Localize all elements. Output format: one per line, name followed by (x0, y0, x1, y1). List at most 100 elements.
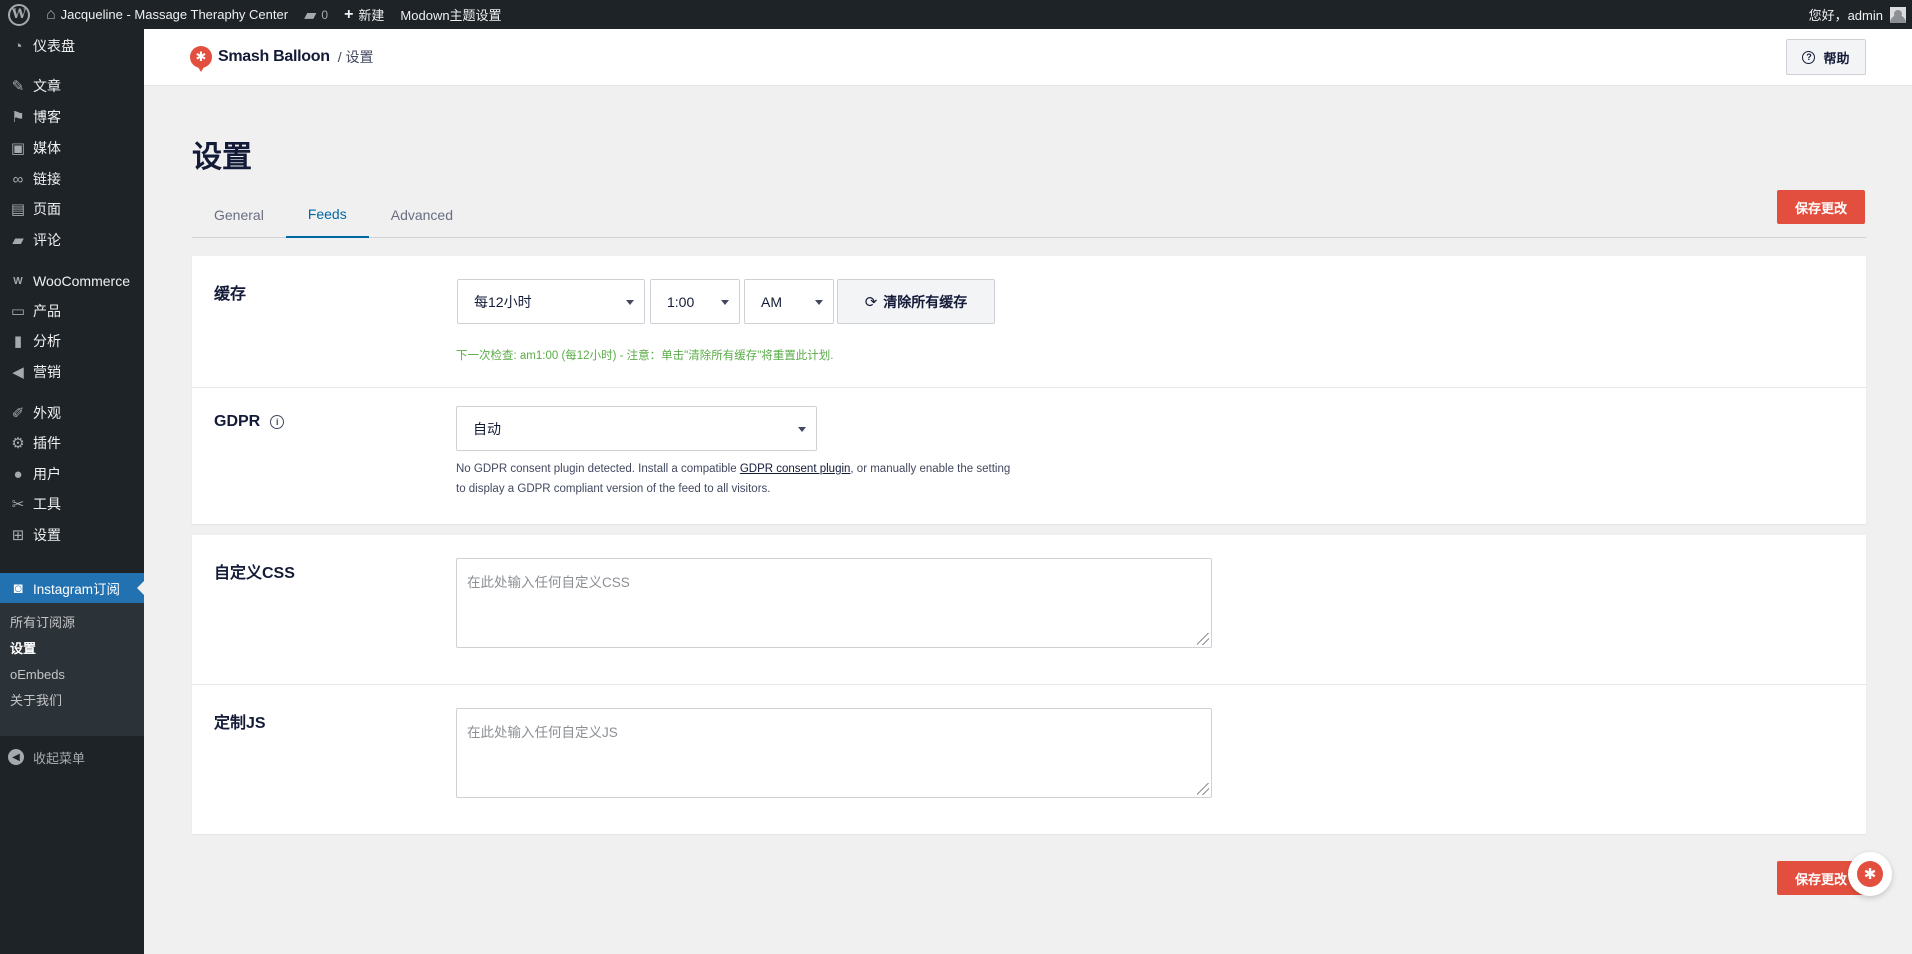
user-icon: ● (13, 465, 23, 483)
cache-interval-value: 每12小时 (474, 293, 532, 310)
help-button[interactable]: ? 帮助 (1786, 39, 1866, 75)
settings-icon: ⊞ (11, 527, 25, 544)
flag-icon: ⚑ (11, 109, 25, 126)
new-label: 新建 (358, 8, 385, 23)
woo-icon: W (13, 275, 23, 287)
sidebar-item-appearance[interactable]: ✐ 外观 (0, 398, 144, 428)
smash-balloon-floating-button[interactable]: ✱ (1848, 852, 1892, 896)
collapse-menu-button[interactable]: ◀ 收起菜单 (0, 742, 85, 772)
chevron-down-icon (626, 300, 634, 305)
sidebar-item-woocommerce[interactable]: W WooCommerce (0, 266, 144, 296)
account-menu[interactable]: 您好，admin (1801, 0, 1912, 29)
new-content-menu[interactable]: + 新建 (336, 0, 392, 29)
greeting: 您好，admin (1808, 8, 1883, 23)
cache-ampm-select[interactable]: AM (744, 279, 834, 324)
sidebar-item-label: 分析 (33, 333, 61, 349)
brush-icon: ✐ (11, 405, 25, 422)
tab-advanced[interactable]: Advanced (369, 192, 475, 238)
sidebar-item-instagram-feeds[interactable]: ◙ Instagram订阅 (0, 573, 144, 603)
smash-balloon-logo: ✱ Smash Balloon / 设置 (190, 46, 374, 72)
sidebar-item-analytics[interactable]: ▮ 分析 (0, 326, 144, 356)
sidebar-item-pages[interactable]: ▤ 页面 (0, 194, 144, 224)
sidebar-item-dashboard[interactable]: ◔ 仪表盘 (0, 31, 144, 61)
sidebar-item-links[interactable]: ∞ 链接 (0, 164, 144, 194)
tab-feeds[interactable]: Feeds (285, 192, 369, 238)
save-button-top[interactable]: 保存更改 (1777, 190, 1865, 224)
tab-general[interactable]: General (192, 192, 286, 238)
wrench-icon: ✂ (11, 496, 25, 513)
admin-sidebar: ◔ 仪表盘 ✎ 文章 ⚑ 博客 ▣ 媒体 ∞ 链接 ▤ 页面 ▰ 评论 W WooCommerc… (0, 29, 144, 954)
chevron-down-icon (815, 300, 823, 305)
gdpr-value: 自动 (473, 420, 501, 437)
resize-grip-icon[interactable] (1197, 783, 1209, 795)
cache-gdpr-card: 缓存 每12小时 1:00 AM ⟳ 清除所有缓存 下一次检查: am1:00 (… (192, 256, 1866, 524)
gdpr-label: GDPR (214, 413, 261, 430)
sidebar-item-label: 工具 (33, 496, 61, 512)
gdpr-help-before: No GDPR consent plugin detected. Install… (456, 463, 740, 475)
sidebar-item-settings[interactable]: ⊞ 设置 (0, 520, 144, 550)
gdpr-consent-plugin-link[interactable]: GDPR consent plugin (740, 463, 851, 475)
submenu-about[interactable]: 关于我们 (0, 688, 144, 714)
custom-css-textarea[interactable]: 在此处输入任何自定义CSS (456, 558, 1212, 648)
sidebar-item-tools[interactable]: ✂ 工具 (0, 489, 144, 519)
archive-icon: ▭ (10, 303, 26, 320)
sidebar-item-label: 外观 (33, 405, 61, 421)
cache-time-value: 1:00 (667, 293, 695, 310)
sidebar-item-products[interactable]: ▭ 产品 (0, 296, 144, 326)
sidebar-item-marketing[interactable]: ◀ 营销 (0, 357, 144, 387)
theme-settings-link[interactable]: Modown主题设置 (392, 0, 509, 29)
submenu-settings[interactable]: 设置 (0, 636, 144, 662)
chevron-down-icon (721, 300, 729, 305)
custom-js-textarea[interactable]: 在此处输入任何自定义JS (456, 708, 1212, 798)
gdpr-select[interactable]: 自动 (456, 406, 817, 451)
question-icon: ? (1802, 50, 1816, 64)
chart-icon: ▮ (13, 333, 23, 350)
balloon-logo-icon: ✱ (1857, 861, 1883, 887)
sidebar-item-label: 媒体 (33, 140, 61, 156)
pin-icon: ✎ (11, 78, 25, 95)
custom-code-card: 自定义CSS 在此处输入任何自定义CSS 定制JS 在此处输入任何自定义JS (192, 535, 1866, 834)
site-name-link[interactable]: ⌂ Jacqueline - Massage Theraphy Center (38, 0, 296, 29)
cache-row: 缓存 每12小时 1:00 AM ⟳ 清除所有缓存 下一次检查: am1:00 (… (192, 256, 1866, 387)
avatar (1890, 6, 1906, 23)
sidebar-item-posts[interactable]: ✎ 文章 (0, 71, 144, 101)
sidebar-item-plugins[interactable]: ⚙ 插件 (0, 428, 144, 458)
sidebar-item-label: 插件 (33, 435, 61, 451)
sidebar-item-label: 设置 (33, 527, 61, 543)
sidebar-item-label: 链接 (33, 171, 61, 187)
info-icon[interactable]: i (270, 415, 285, 429)
refresh-icon: ⟳ (864, 293, 878, 311)
wordpress-logo-icon: W (8, 3, 30, 26)
sidebar-item-label: 产品 (33, 303, 61, 319)
plugin-header: ✱ Smash Balloon / 设置 ? 帮助 (144, 29, 1912, 86)
instagram-submenu: 所有订阅源 设置 oEmbeds 关于我们 (0, 603, 144, 736)
sidebar-item-label: 用户 (33, 466, 61, 482)
media-icon: ▣ (10, 140, 26, 157)
submenu-all-feeds[interactable]: 所有订阅源 (0, 610, 144, 636)
resize-grip-icon[interactable] (1197, 633, 1209, 645)
gdpr-label-wrap: GDPR i (214, 413, 285, 431)
comment-icon: ▰ (304, 6, 317, 24)
cache-label: 缓存 (214, 286, 247, 303)
sidebar-item-users[interactable]: ● 用户 (0, 459, 144, 489)
wp-logo-menu[interactable]: W (0, 0, 38, 29)
brand-name: Smash Balloon (218, 48, 330, 65)
collapse-arrow-icon: ◀ (8, 749, 24, 765)
cache-interval-select[interactable]: 每12小时 (457, 279, 645, 324)
page-title: 设置 (192, 141, 252, 174)
clear-cache-button[interactable]: ⟳ 清除所有缓存 (837, 279, 995, 324)
sidebar-item-blog[interactable]: ⚑ 博客 (0, 102, 144, 132)
camera-icon: ◙ (13, 579, 23, 597)
custom-js-label: 定制JS (214, 715, 266, 732)
gdpr-row: GDPR i 自动 No GDPR consent plugin detected… (192, 387, 1866, 524)
collapse-menu-label: 收起菜单 (33, 750, 86, 766)
comments-link[interactable]: ▰ 0 (296, 0, 336, 29)
sidebar-item-label: 营销 (33, 364, 61, 380)
breadcrumb: / 设置 (337, 49, 374, 65)
link-icon: ∞ (12, 170, 24, 188)
sidebar-item-media[interactable]: ▣ 媒体 (0, 133, 144, 163)
submenu-oembeds[interactable]: oEmbeds (0, 662, 144, 688)
cache-time-select[interactable]: 1:00 (650, 279, 740, 324)
chevron-down-icon (798, 427, 806, 432)
sidebar-item-comments[interactable]: ▰ 评论 (0, 225, 144, 255)
